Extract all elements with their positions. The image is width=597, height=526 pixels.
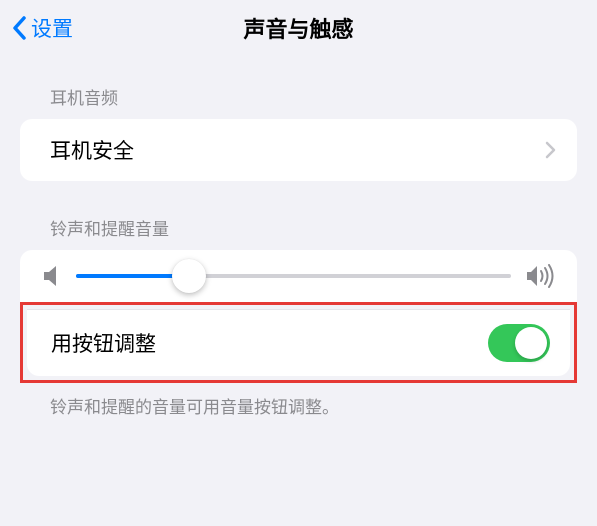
back-button[interactable]: 设置 <box>12 13 73 43</box>
headphone-safety-cell[interactable]: 耳机安全 <box>20 119 577 181</box>
back-label: 设置 <box>31 13 73 43</box>
section-header-ringer: 铃声和提醒音量 <box>0 181 597 250</box>
speaker-high-icon <box>525 264 555 288</box>
section-header-headphone: 耳机音频 <box>0 56 597 119</box>
change-with-buttons-cell: 用按钮调整 <box>27 309 570 376</box>
change-with-buttons-label: 用按钮调整 <box>51 328 488 358</box>
toggle-knob <box>515 327 547 359</box>
highlighted-row: 用按钮调整 <box>20 302 577 383</box>
section-footer: 铃声和提醒的音量可用音量按钮调整。 <box>0 383 597 428</box>
headphone-safety-label: 耳机安全 <box>50 135 545 165</box>
speaker-low-icon <box>42 265 62 287</box>
slider-thumb[interactable] <box>172 259 206 293</box>
chevron-left-icon <box>12 16 27 40</box>
change-with-buttons-toggle[interactable] <box>488 324 550 362</box>
page-title: 声音与触感 <box>243 12 353 44</box>
chevron-right-icon <box>545 141 557 159</box>
volume-slider-cell <box>20 250 577 302</box>
nav-bar: 设置 声音与触感 <box>0 0 597 56</box>
volume-slider[interactable] <box>76 274 511 278</box>
